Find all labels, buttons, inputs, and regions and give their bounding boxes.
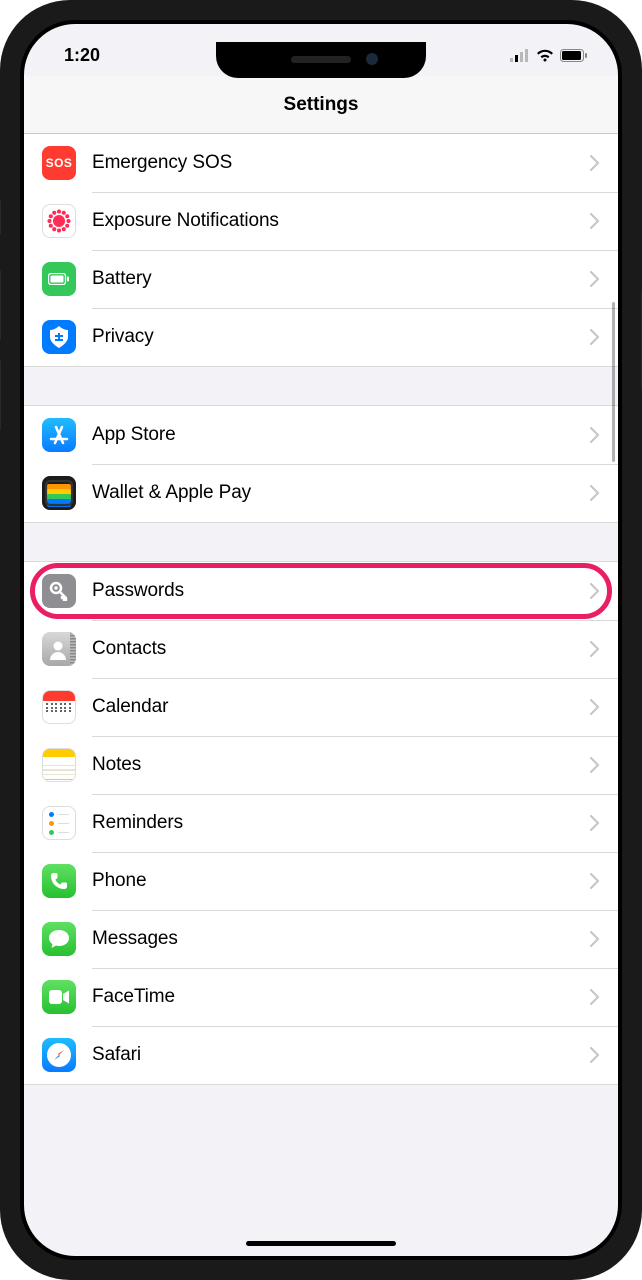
settings-row-phone[interactable]: Phone — [24, 852, 618, 910]
settings-row-app-store[interactable]: App Store — [24, 406, 618, 464]
settings-row-messages[interactable]: Messages — [24, 910, 618, 968]
chevron-right-icon — [590, 815, 600, 831]
chevron-right-icon — [590, 931, 600, 947]
chevron-right-icon — [590, 989, 600, 1005]
settings-row-privacy[interactable]: Privacy — [24, 308, 618, 366]
chevron-right-icon — [590, 757, 600, 773]
row-label: Privacy — [92, 326, 590, 348]
exposure-icon — [42, 204, 76, 238]
page-title: Settings — [284, 94, 359, 116]
mute-switch — [0, 200, 1, 235]
privacy-icon — [42, 320, 76, 354]
settings-row-calendar[interactable]: Calendar — [24, 678, 618, 736]
settings-group: App Store Wallet & Apple Pay — [24, 405, 618, 523]
battery-icon — [42, 262, 76, 296]
scroll-indicator[interactable] — [612, 302, 615, 462]
sos-icon: SOS — [42, 146, 76, 180]
settings-row-exposure-notifications[interactable]: Exposure Notifications — [24, 192, 618, 250]
settings-row-battery[interactable]: Battery — [24, 250, 618, 308]
row-label: Notes — [92, 754, 590, 776]
settings-group: Passwords Contacts Calendar Notes Remind… — [24, 561, 618, 1085]
row-label: Phone — [92, 870, 590, 892]
chevron-right-icon — [590, 1047, 600, 1063]
row-label: Wallet & Apple Pay — [92, 482, 590, 504]
chevron-right-icon — [590, 213, 600, 229]
chevron-right-icon — [590, 873, 600, 889]
cellular-icon — [510, 49, 530, 62]
device-frame: 1:20 Settings SOS Emergency SOS Exposure… — [0, 0, 642, 1280]
row-label: Exposure Notifications — [92, 210, 590, 232]
wifi-icon — [536, 49, 554, 62]
row-label: Safari — [92, 1044, 590, 1066]
chevron-right-icon — [590, 641, 600, 657]
calendar-icon — [42, 690, 76, 724]
row-label: Passwords — [92, 580, 590, 602]
contacts-icon — [42, 632, 76, 666]
row-label: Contacts — [92, 638, 590, 660]
notes-icon — [42, 748, 76, 782]
row-label: App Store — [92, 424, 590, 446]
row-label: Battery — [92, 268, 590, 290]
chevron-right-icon — [590, 155, 600, 171]
settings-list[interactable]: SOS Emergency SOS Exposure Notifications… — [24, 134, 618, 1256]
row-label: Calendar — [92, 696, 590, 718]
chevron-right-icon — [590, 485, 600, 501]
row-label: Emergency SOS — [92, 152, 590, 174]
chevron-right-icon — [590, 271, 600, 287]
nav-header: Settings — [24, 76, 618, 134]
home-indicator[interactable] — [246, 1241, 396, 1246]
settings-row-facetime[interactable]: FaceTime — [24, 968, 618, 1026]
safari-icon — [42, 1038, 76, 1072]
settings-row-contacts[interactable]: Contacts — [24, 620, 618, 678]
settings-row-notes[interactable]: Notes — [24, 736, 618, 794]
volume-down-button — [0, 360, 1, 430]
row-label: Reminders — [92, 812, 590, 834]
settings-row-passwords[interactable]: Passwords — [24, 562, 618, 620]
chevron-right-icon — [590, 427, 600, 443]
settings-group: SOS Emergency SOS Exposure Notifications… — [24, 134, 618, 367]
notch — [216, 42, 426, 78]
screen: 1:20 Settings SOS Emergency SOS Exposure… — [24, 24, 618, 1256]
phone-icon — [42, 864, 76, 898]
volume-up-button — [0, 270, 1, 340]
chevron-right-icon — [590, 583, 600, 599]
settings-row-safari[interactable]: Safari — [24, 1026, 618, 1084]
settings-row-reminders[interactable]: Reminders — [24, 794, 618, 852]
wallet-icon — [42, 476, 76, 510]
chevron-right-icon — [590, 329, 600, 345]
settings-row-wallet-apple-pay[interactable]: Wallet & Apple Pay — [24, 464, 618, 522]
appstore-icon — [42, 418, 76, 452]
row-label: Messages — [92, 928, 590, 950]
messages-icon — [42, 922, 76, 956]
settings-row-emergency-sos[interactable]: SOS Emergency SOS — [24, 134, 618, 192]
battery-icon — [560, 49, 588, 62]
passwords-icon — [42, 574, 76, 608]
row-label: FaceTime — [92, 986, 590, 1008]
reminders-icon — [42, 806, 76, 840]
status-time: 1:20 — [64, 45, 100, 66]
chevron-right-icon — [590, 699, 600, 715]
facetime-icon — [42, 980, 76, 1014]
